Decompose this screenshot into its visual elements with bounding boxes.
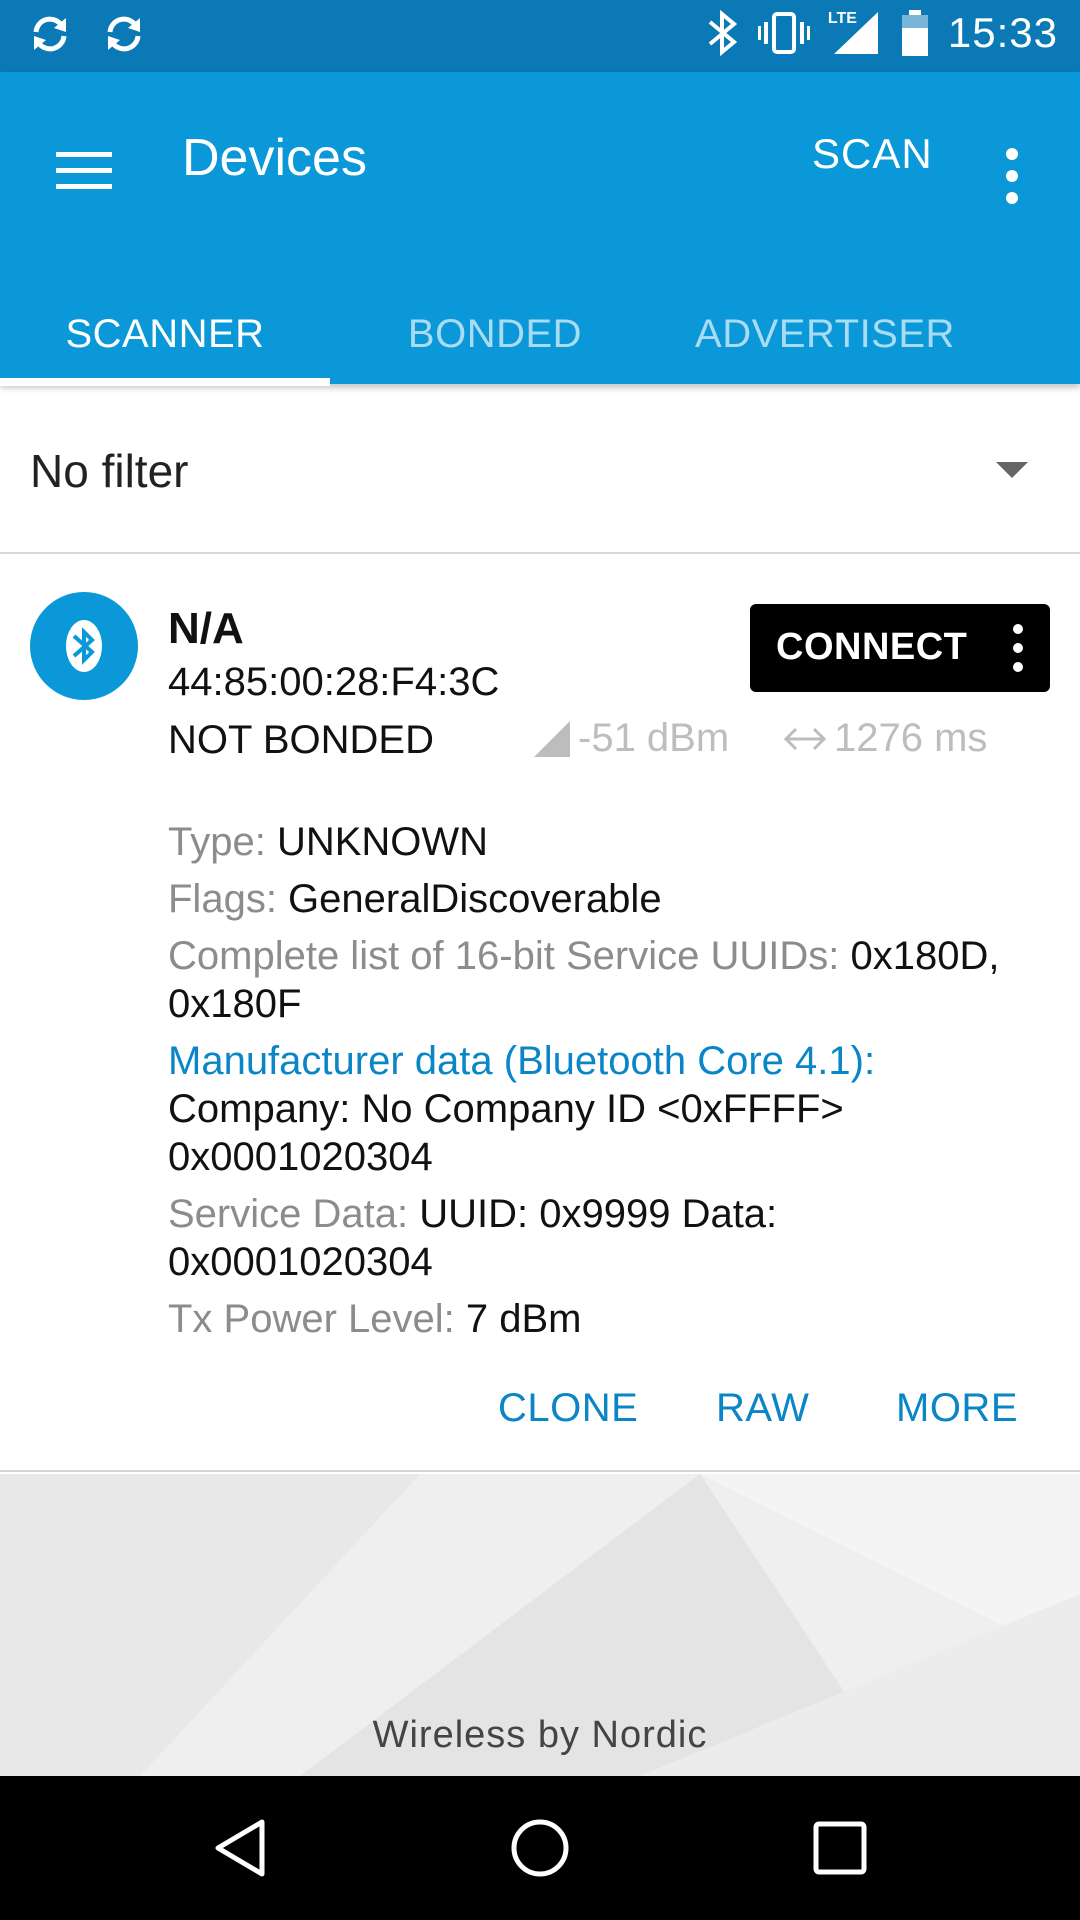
bluetooth-device-avatar <box>30 592 138 700</box>
scan-button[interactable]: SCAN <box>812 130 933 178</box>
page-title: Devices <box>182 129 367 187</box>
connect-options-dot <box>1013 662 1023 672</box>
recents-icon <box>813 1821 867 1875</box>
overflow-menu-button[interactable] <box>990 126 1034 226</box>
detail-value: 7 dBm <box>465 1297 582 1341</box>
detail-value: GeneralDiscoverable <box>288 877 662 921</box>
detail-flags: Flags: GeneralDiscoverable <box>168 875 1048 923</box>
device-address: 44:85:00:28:F4:3C <box>168 660 500 704</box>
more-vert-icon <box>1006 148 1018 160</box>
signal-strength-icon <box>534 720 570 757</box>
bluetooth-icon <box>708 9 738 57</box>
tab-bar: SCANNER BONDED ADVERTISER <box>0 284 1080 384</box>
more-button[interactable]: MORE <box>896 1386 1018 1431</box>
menu-button[interactable] <box>44 130 124 210</box>
card-actions: CLONE RAW MORE <box>0 1386 1080 1446</box>
connect-button[interactable]: CONNECT <box>750 604 1050 692</box>
rssi-value: -51 dBm <box>578 716 730 760</box>
advertising-details: Type: UNKNOWN Flags: GeneralDiscoverable… <box>168 818 1048 1352</box>
brand-label: Wireless by Nordic <box>372 1714 708 1756</box>
recents-button[interactable] <box>804 1812 876 1884</box>
detail-value: Company: No Company ID <0xFFFF> <box>168 1087 844 1131</box>
raw-button[interactable]: RAW <box>716 1386 809 1431</box>
tab-bonded[interactable]: BONDED <box>330 284 660 384</box>
detail-label: Manufacturer data (Bluetooth Core 4.1): <box>168 1039 876 1083</box>
clock: 15:33 <box>947 9 1058 56</box>
detail-value: UNKNOWN <box>276 820 489 864</box>
detail-tx-power: Tx Power Level: 7 dBm <box>168 1295 1048 1343</box>
rssi-readout: -51 dBm <box>532 716 729 761</box>
detail-service-uuids: Complete list of 16-bit Service UUIDs: 0… <box>168 932 1048 1028</box>
bluetooth-icon <box>66 620 102 672</box>
back-icon <box>215 1819 265 1877</box>
home-button[interactable] <box>504 1812 576 1884</box>
sync-icon <box>33 16 67 52</box>
detail-label: Complete list of 16-bit Service UUIDs: <box>168 934 851 978</box>
tab-advertiser[interactable]: ADVERTISER <box>660 284 990 384</box>
app-bar: Devices SCAN SCANNER BONDED ADVERTISER <box>0 72 1080 386</box>
interval-value: 1276 ms <box>834 716 988 760</box>
sync-icon <box>107 16 141 52</box>
device-card[interactable]: N/A 44:85:00:28:F4:3C NOT BONDED -51 dBm… <box>0 556 1080 1472</box>
hamburger-menu-icon <box>56 152 112 189</box>
detail-label: Type: <box>168 820 277 864</box>
interval-arrows-icon <box>783 727 827 750</box>
filter-dropdown[interactable]: No filter <box>0 384 1080 554</box>
bond-state: NOT BONDED <box>168 718 434 762</box>
detail-type: Type: UNKNOWN <box>168 818 1048 866</box>
network-type-label: LTE <box>827 10 857 27</box>
detail-label: Service Data: <box>168 1192 420 1236</box>
vibrate-icon <box>757 12 810 54</box>
signal-icon: LTE <box>828 8 882 58</box>
detail-label: Flags: <box>168 877 289 921</box>
detail-service-data: Service Data: UUID: 0x9999 Data: 0x00010… <box>168 1190 868 1286</box>
detail-manufacturer-data: Manufacturer data (Bluetooth Core 4.1): … <box>168 1037 1048 1181</box>
more-vert-icon-dot <box>1006 192 1018 204</box>
status-bar: LTE 15:33 <box>0 0 1080 72</box>
interval-readout: 1276 ms <box>782 716 987 761</box>
connect-options-dot <box>1013 624 1023 634</box>
more-vert-icon-dot <box>1006 170 1018 182</box>
detail-value: 0x0001020304 <box>168 1135 433 1179</box>
dropdown-arrow-icon <box>996 462 1028 478</box>
footer: Wireless by Nordic <box>0 1474 1080 1776</box>
home-icon <box>511 1819 569 1877</box>
battery-icon <box>901 10 928 56</box>
tab-scanner[interactable]: SCANNER <box>0 284 330 384</box>
back-button[interactable] <box>204 1812 276 1884</box>
navigation-bar <box>0 1776 1080 1920</box>
filter-label: No filter <box>30 445 189 497</box>
clone-button[interactable]: CLONE <box>498 1386 638 1431</box>
connect-label: CONNECT <box>776 626 968 668</box>
detail-label: Tx Power Level: <box>168 1297 466 1341</box>
connect-options-dot <box>1013 643 1023 653</box>
connect-options-icon[interactable] <box>1006 624 1030 672</box>
device-name: N/A <box>168 604 244 653</box>
